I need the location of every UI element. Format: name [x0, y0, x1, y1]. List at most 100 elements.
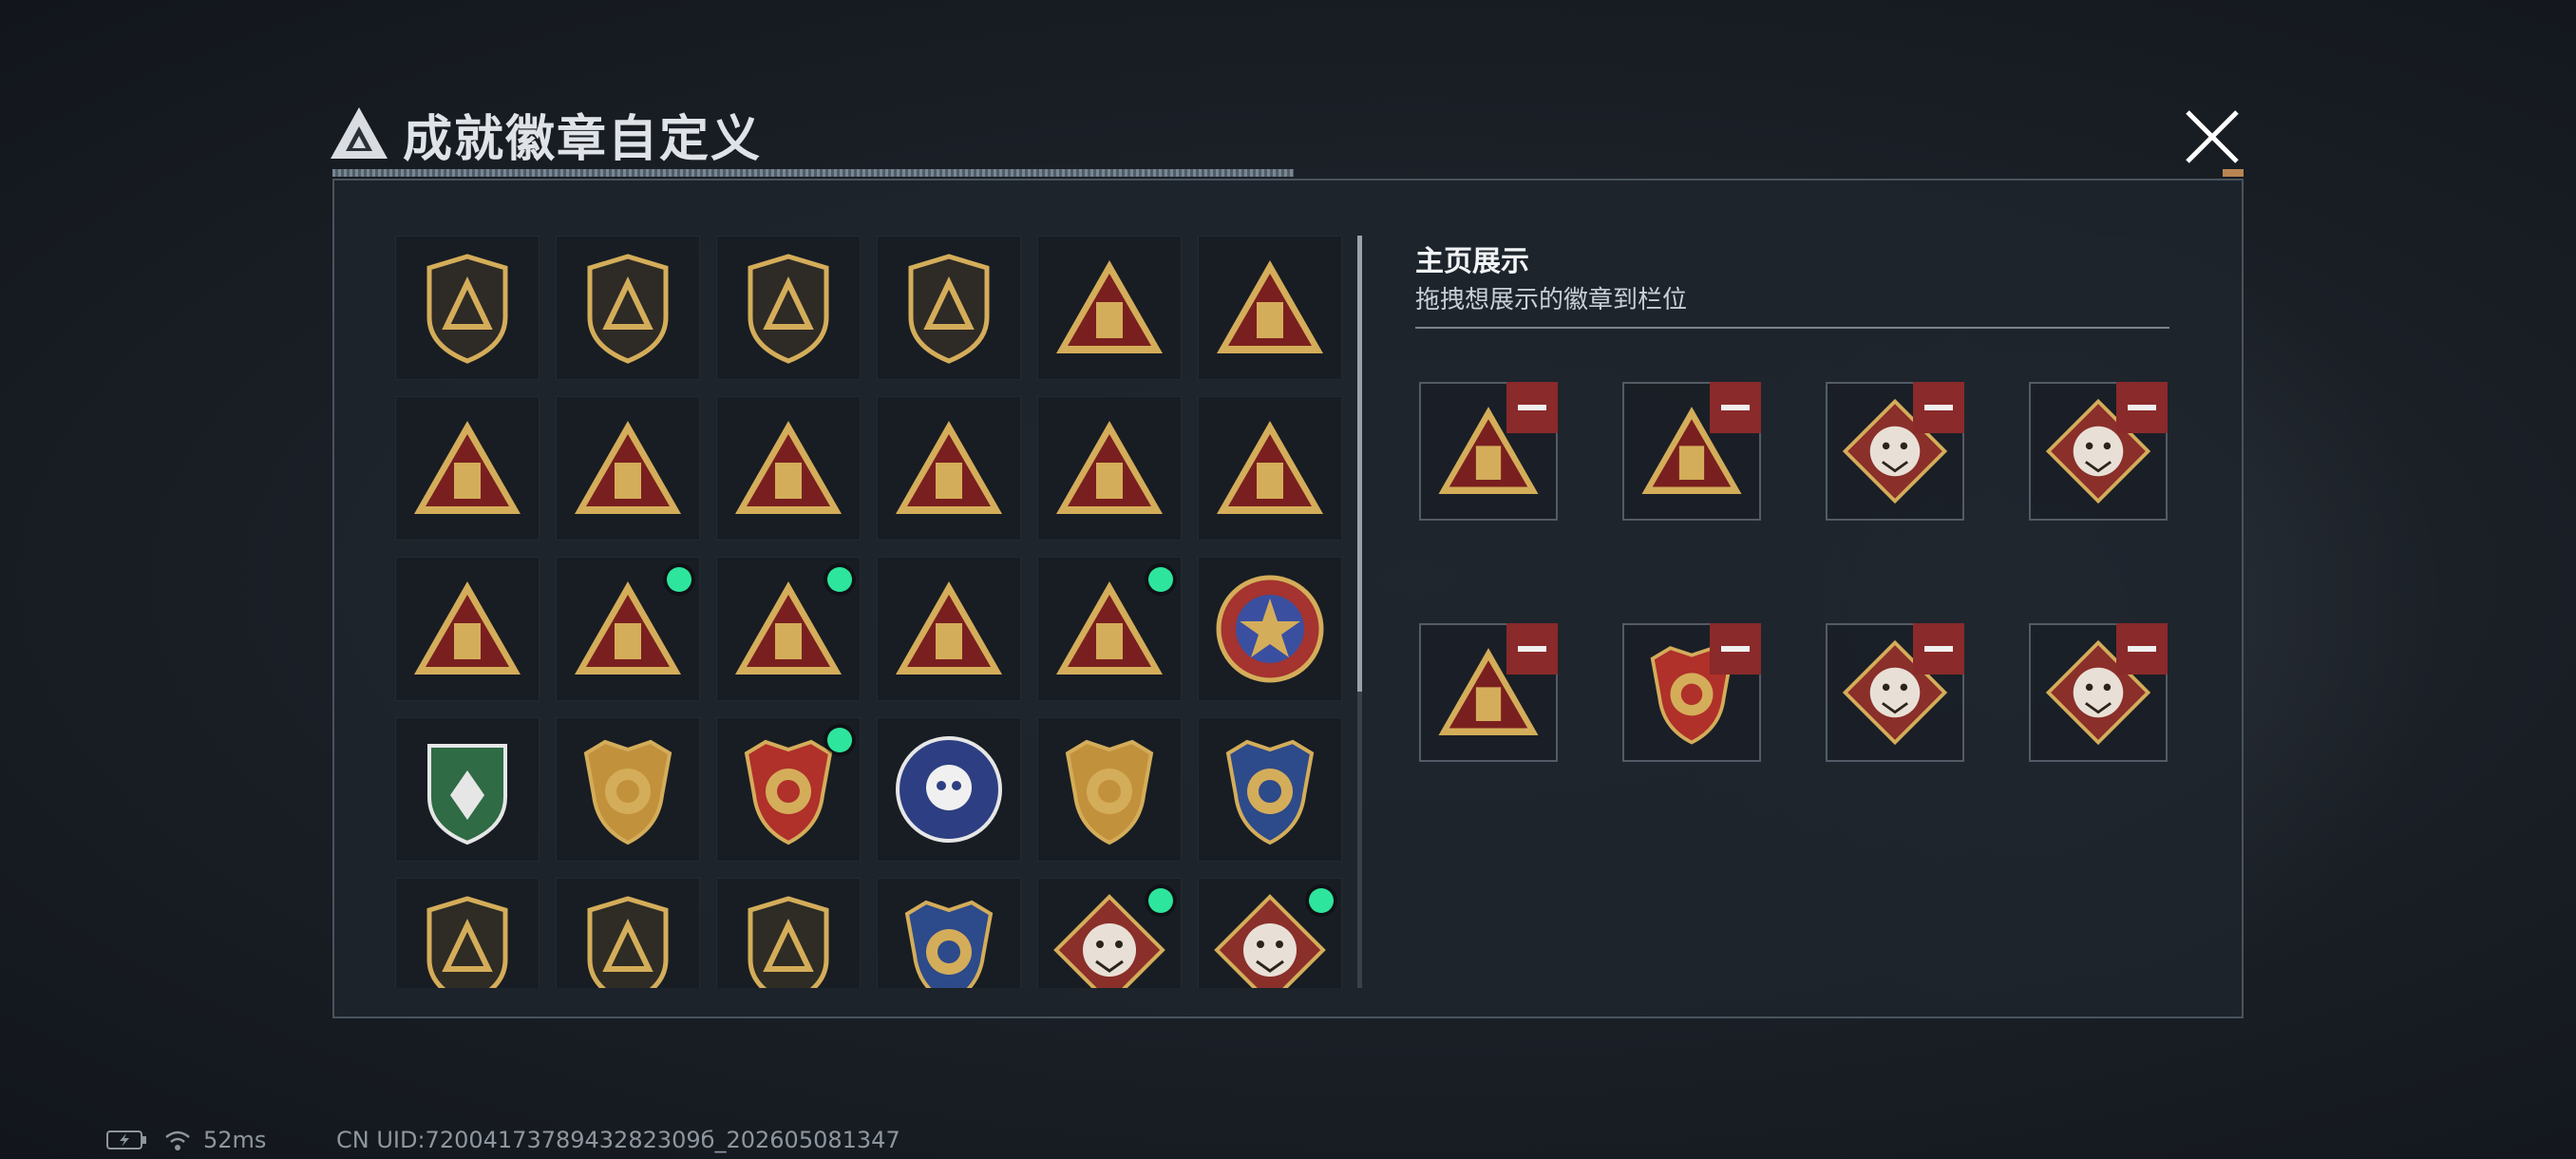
minus-icon: [1924, 405, 1953, 410]
badge-cell[interactable]: [716, 717, 861, 862]
badge-cell[interactable]: [1198, 557, 1342, 701]
badge-cell[interactable]: [395, 557, 540, 701]
badge-cell[interactable]: [1198, 236, 1342, 380]
badge-cell[interactable]: [877, 236, 1021, 380]
wifi-icon: [165, 1130, 190, 1150]
remove-badge-button[interactable]: [2116, 623, 2168, 674]
badge-cell[interactable]: [556, 557, 700, 701]
wing-triangle-badge-icon: [1217, 421, 1323, 514]
remove-badge-button[interactable]: [1506, 623, 1558, 674]
showcase-title: 主页展示: [1415, 245, 1529, 278]
minus-icon: [2128, 646, 2156, 652]
skull-round-badge-icon: [896, 736, 1002, 843]
new-indicator-dot: [827, 728, 852, 752]
badge-cell[interactable]: [716, 396, 861, 541]
showcase-slot[interactable]: [1419, 623, 1558, 762]
rifle-shield-badge-icon: [587, 896, 669, 988]
badge-grid-scroll[interactable]: [395, 236, 1345, 988]
s6-triangle-badge-icon: [575, 421, 681, 514]
helicopter-shield-badge-icon: [587, 254, 669, 364]
badge-cell[interactable]: [1198, 717, 1342, 862]
badge-cell[interactable]: [1037, 717, 1182, 862]
minus-icon: [1924, 646, 1953, 652]
shield-logo-badge-icon: [426, 254, 508, 364]
close-icon[interactable]: [2178, 103, 2246, 171]
s9-triangle-badge-icon: [1056, 421, 1163, 514]
radar-triangle-badge-icon: [1056, 260, 1163, 353]
showcase-subtitle: 拖拽想展示的徽章到栏位: [1415, 286, 1688, 314]
showcase-slot[interactable]: [1826, 623, 1964, 762]
showcase-slot[interactable]: [1419, 382, 1558, 521]
remove-badge-button[interactable]: [1506, 382, 1558, 433]
minus-icon: [1518, 405, 1546, 410]
new-indicator-dot: [827, 567, 852, 592]
showcase-slot[interactable]: [1622, 382, 1761, 521]
dagger-shield-badge-icon: [908, 254, 990, 364]
badge-cell[interactable]: [556, 878, 700, 988]
badge-cell[interactable]: [877, 878, 1021, 988]
badge-cell[interactable]: [1037, 557, 1182, 701]
badge-cell[interactable]: [556, 396, 700, 541]
remove-badge-button[interactable]: [1710, 382, 1761, 433]
badge-cell[interactable]: [877, 557, 1021, 701]
badge-cell[interactable]: [716, 557, 861, 701]
title-divider: [332, 169, 1294, 177]
showcase-slot[interactable]: [1826, 382, 1964, 521]
rifle-shield-badge-icon: [426, 896, 508, 988]
page-title: 成就徽章自定义: [403, 110, 763, 168]
number-one-triangle-badge-icon: [414, 581, 521, 674]
sniper-crest-badge-icon: [1065, 739, 1154, 846]
s7-triangle-badge-icon: [735, 421, 842, 514]
badge-cell[interactable]: [556, 717, 700, 862]
badge-cell[interactable]: [1198, 396, 1342, 541]
remove-badge-button[interactable]: [1913, 623, 1964, 674]
diamond-shield-badge-icon: [748, 254, 829, 364]
new-indicator-dot: [1148, 888, 1173, 913]
new-indicator-dot: [1309, 888, 1334, 913]
badge-cell[interactable]: [395, 878, 540, 988]
star-emblem-badge-icon: [1216, 575, 1324, 683]
badge-cell[interactable]: [395, 396, 540, 541]
badge-cell[interactable]: [716, 878, 861, 988]
rifle-shield-badge-icon: [748, 896, 829, 988]
remove-badge-button[interactable]: [2116, 382, 2168, 433]
green-shield-badge-icon: [427, 744, 507, 846]
badge-cell[interactable]: [1037, 236, 1182, 380]
gold-crest-badge-icon: [583, 739, 672, 846]
badge-cell[interactable]: [556, 236, 700, 380]
new-indicator-dot: [1148, 567, 1173, 592]
minus-icon: [1721, 646, 1750, 652]
crosshair-crest-badge-icon: [1225, 739, 1315, 846]
remove-badge-button[interactable]: [1710, 623, 1761, 674]
badge-cell[interactable]: [877, 717, 1021, 862]
badge-cell[interactable]: [1037, 878, 1182, 988]
minus-icon: [1721, 405, 1750, 410]
remove-badge-button[interactable]: [1913, 382, 1964, 433]
badge-cell[interactable]: [1037, 396, 1182, 541]
s8-triangle-badge-icon: [896, 421, 1002, 514]
badge-cell[interactable]: [395, 717, 540, 862]
title-divider-accent: [2223, 169, 2244, 177]
badge-cell[interactable]: [395, 236, 540, 380]
minus-icon: [1518, 646, 1546, 652]
new-indicator-dot: [667, 567, 691, 592]
title-bar: 成就徽章自定义: [329, 95, 762, 173]
badge-cell[interactable]: [1198, 878, 1342, 988]
badge-cell[interactable]: [877, 396, 1021, 541]
battery-icon: [106, 1130, 146, 1150]
showcase-slot[interactable]: [1622, 623, 1761, 762]
ping-text: 52ms: [203, 1127, 267, 1153]
showcase-slot[interactable]: [2029, 623, 2168, 762]
showcase-slot[interactable]: [2029, 382, 2168, 521]
minus-icon: [2128, 405, 2156, 410]
soldiers-triangle-badge-icon: [896, 581, 1002, 674]
uid-text: CN UID:7200417378943282309б_202605081347: [336, 1127, 900, 1153]
badge-cell[interactable]: [716, 236, 861, 380]
s5-triangle-badge-icon: [414, 421, 521, 514]
showcase-divider: [1415, 327, 2169, 329]
badge-grid: [395, 236, 1345, 988]
blue-crest-badge-icon: [904, 900, 994, 988]
scrollbar-thumb[interactable]: [1357, 236, 1362, 692]
s4-triangle-badge-icon: [1217, 260, 1323, 353]
status-bar: 52ms CN UID:7200417378943282309б_2026050…: [106, 1127, 900, 1153]
